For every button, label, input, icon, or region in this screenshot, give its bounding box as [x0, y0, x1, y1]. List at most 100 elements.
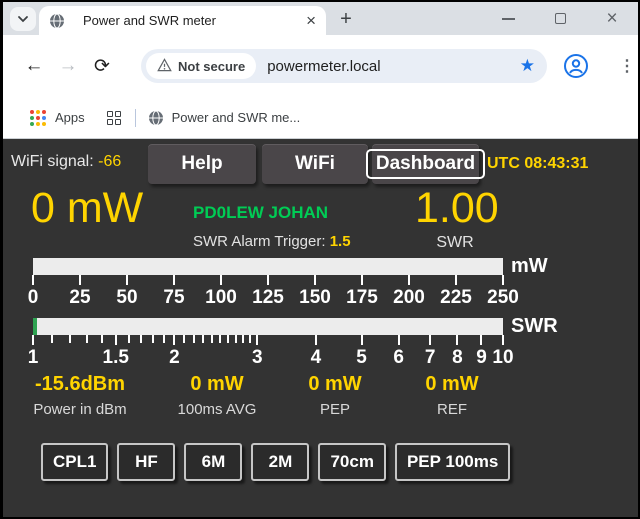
readout-power-in-dbm: -15.6dBmPower in dBm	[33, 373, 126, 418]
power-meter-ticks	[33, 275, 503, 286]
power-meter-scale: 0255075100125150175200225250	[33, 287, 503, 309]
readout-value: 0 mW	[308, 373, 361, 396]
security-chip[interactable]: Not secure	[146, 53, 256, 79]
minor-tick	[183, 335, 185, 343]
minor-tick	[163, 335, 165, 343]
band-button-cpl1[interactable]: CPL1	[41, 443, 108, 481]
globe-favicon-icon	[148, 110, 164, 126]
swr-meter-bar	[33, 318, 503, 335]
swr-meter-scale: 11.52345678910	[33, 347, 503, 369]
minor-tick	[140, 335, 142, 343]
band-button-2m[interactable]: 2M	[251, 443, 309, 481]
minor-tick	[193, 335, 195, 343]
security-chip-label: Not secure	[178, 59, 245, 74]
readout-100ms-avg: 0 mW 100ms AVG	[178, 373, 257, 418]
readout-ref: 0 mW REF	[425, 373, 478, 418]
profile-icon[interactable]	[563, 53, 589, 79]
wifi-signal-value: -66	[98, 153, 121, 170]
forward-button[interactable]: →	[51, 49, 85, 83]
url-text[interactable]: powermeter.local	[267, 58, 520, 75]
back-button[interactable]: ←	[17, 49, 51, 83]
major-tick	[361, 335, 363, 345]
bookmark-item[interactable]: Power and SWR me...	[172, 110, 301, 125]
browser-tab[interactable]: Power and SWR meter ×	[39, 6, 326, 35]
menu-kebab-icon[interactable]: ⋮	[619, 56, 635, 76]
band-button-6m[interactable]: 6M	[184, 443, 242, 481]
bookmark-star-icon[interactable]: ★	[520, 56, 535, 76]
power-meter: 0255075100125150175200225250	[33, 258, 503, 309]
nav-button-help[interactable]: Help	[148, 144, 256, 184]
readout-label: 100ms AVG	[178, 401, 257, 418]
readout-value: -15.6dBm	[33, 373, 126, 396]
tick-label: 4	[311, 347, 322, 369]
readout-value: 0 mW	[178, 373, 257, 396]
readout-label: REF	[425, 401, 478, 418]
major-tick	[480, 335, 482, 345]
major-tick	[267, 275, 269, 285]
swr-meter-ticks	[33, 335, 503, 346]
address-bar[interactable]: Not secure powermeter.local ★	[141, 49, 547, 83]
tick-label: 1.5	[103, 347, 129, 369]
tick-label: 5	[356, 347, 367, 369]
close-icon: ×	[606, 9, 617, 28]
major-tick	[398, 335, 400, 345]
major-tick	[314, 275, 316, 285]
tick-label: 200	[393, 287, 425, 309]
new-tab-button[interactable]: +	[334, 7, 358, 31]
minor-tick	[152, 335, 154, 343]
minor-tick	[235, 335, 237, 343]
swr-meter-unit: SWR	[511, 315, 558, 338]
apps-shortcut[interactable]: Apps	[55, 110, 85, 125]
tab-title: Power and SWR meter	[83, 13, 300, 28]
apps-grid-icon	[30, 110, 46, 126]
minor-tick	[219, 335, 221, 343]
band-button-pep-100ms[interactable]: PEP 100ms	[395, 443, 510, 481]
maximize-icon	[555, 13, 566, 24]
nav-button-wifi[interactable]: WiFi	[262, 144, 368, 184]
major-tick	[173, 275, 175, 285]
tab-groups-icon[interactable]	[107, 111, 121, 125]
tick-label: 50	[116, 287, 137, 309]
browser-window: Power and SWR meter × + × ← → ⟳ Not secu…	[0, 0, 640, 519]
minor-tick	[128, 335, 130, 343]
major-tick	[256, 335, 258, 345]
nav-button-label: WiFi	[295, 153, 335, 175]
tab-search-button[interactable]	[10, 7, 36, 31]
major-tick	[315, 335, 317, 345]
minor-tick	[69, 335, 71, 343]
tick-label: 0	[28, 287, 39, 309]
minor-tick	[227, 335, 229, 343]
minor-tick	[211, 335, 213, 343]
tick-label: 75	[163, 287, 184, 309]
power-meter-unit: mW	[511, 255, 548, 278]
tick-label: 25	[69, 287, 90, 309]
power-reading-big: 0 mW	[31, 184, 143, 233]
globe-favicon-icon	[49, 13, 65, 29]
major-tick	[115, 335, 117, 345]
close-window-button[interactable]: ×	[586, 2, 638, 35]
nav-button-label: Help	[181, 153, 222, 175]
readout-value: 0 mW	[425, 373, 478, 396]
maximize-button[interactable]	[534, 2, 586, 35]
minimize-button[interactable]	[482, 2, 534, 35]
nav-button-dashboard[interactable]: Dashboard	[372, 144, 479, 184]
tick-label: 3	[252, 347, 263, 369]
swr-meter: 11.52345678910	[33, 318, 503, 369]
band-button-hf[interactable]: HF	[117, 443, 175, 481]
minimize-icon	[502, 18, 515, 20]
tick-label: 175	[346, 287, 378, 309]
tick-label: 9	[476, 347, 487, 369]
tab-close-icon[interactable]: ×	[306, 12, 316, 29]
tick-label: 225	[440, 287, 472, 309]
major-tick	[502, 275, 504, 285]
reload-button[interactable]: ⟳	[85, 49, 119, 83]
major-tick	[408, 275, 410, 285]
major-tick	[502, 335, 504, 345]
minor-tick	[242, 335, 244, 343]
swr-alarm-value: 1.5	[330, 233, 351, 250]
tick-label: 1	[28, 347, 39, 369]
band-button-70cm[interactable]: 70cm	[318, 443, 385, 481]
power-meter-bar	[33, 258, 503, 275]
major-tick	[456, 335, 458, 345]
page-content: WiFi signal: -66 HelpWiFiDashboard UTC 0…	[3, 139, 638, 517]
